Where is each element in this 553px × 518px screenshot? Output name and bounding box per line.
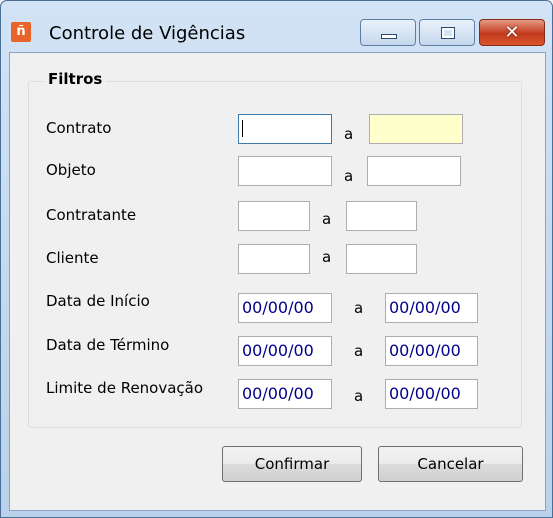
objeto-label: Objeto [46,161,96,179]
data-inicio-from-input[interactable]: 00/00/00 [238,293,332,323]
dialog-window: ñ Controle de Vigências ✕ Filtros Contra… [0,0,553,518]
title-bar[interactable]: ñ Controle de Vigências ✕ [1,1,552,51]
close-icon: ✕ [504,22,520,43]
cliente-from-input[interactable] [238,244,310,274]
cancel-button[interactable]: Cancelar [378,446,523,482]
contratante-label: Contratante [46,206,137,224]
cliente-range-separator: a [322,248,332,266]
objeto-range-separator: a [344,167,354,185]
maximize-button[interactable] [419,19,475,46]
minimize-icon [381,34,397,39]
contrato-range-separator: a [344,125,354,143]
limite-renovacao-range-separator: a [354,387,364,405]
data-termino-label: Data de Término [46,336,170,354]
contrato-label: Contrato [46,119,112,137]
close-button[interactable]: ✕ [479,19,545,46]
confirm-button[interactable]: Confirmar [222,446,362,482]
contrato-to-input[interactable] [369,114,463,144]
text-caret [242,120,243,137]
objeto-from-input[interactable] [238,156,332,186]
filters-groupbox: Filtros Contrato a Objeto a Contratante … [28,70,522,428]
data-inicio-range-separator: a [354,299,364,317]
data-termino-range-separator: a [354,342,364,360]
data-termino-to-input[interactable]: 00/00/00 [385,336,478,366]
minimize-button[interactable] [360,19,416,46]
data-inicio-to-input[interactable]: 00/00/00 [385,293,478,323]
limite-renovacao-from-input[interactable]: 00/00/00 [238,379,332,409]
cliente-to-input[interactable] [346,244,417,274]
data-inicio-label: Data de Início [46,292,150,310]
contratante-to-input[interactable] [346,201,417,231]
objeto-to-input[interactable] [367,156,461,186]
dialog-body: Filtros Contrato a Objeto a Contratante … [9,52,546,511]
filters-legend: Filtros [44,70,107,88]
cliente-label: Cliente [46,249,99,267]
data-termino-from-input[interactable]: 00/00/00 [238,336,332,366]
maximize-icon [441,27,455,39]
contrato-from-input[interactable] [238,114,332,144]
contratante-range-separator: a [322,210,332,228]
window-title: Controle de Vigências [49,23,246,44]
contratante-from-input[interactable] [238,201,310,231]
limite-renovacao-to-input[interactable]: 00/00/00 [385,379,478,409]
limite-renovacao-label: Limite de Renovação [46,379,204,397]
app-icon[interactable]: ñ [11,22,31,42]
